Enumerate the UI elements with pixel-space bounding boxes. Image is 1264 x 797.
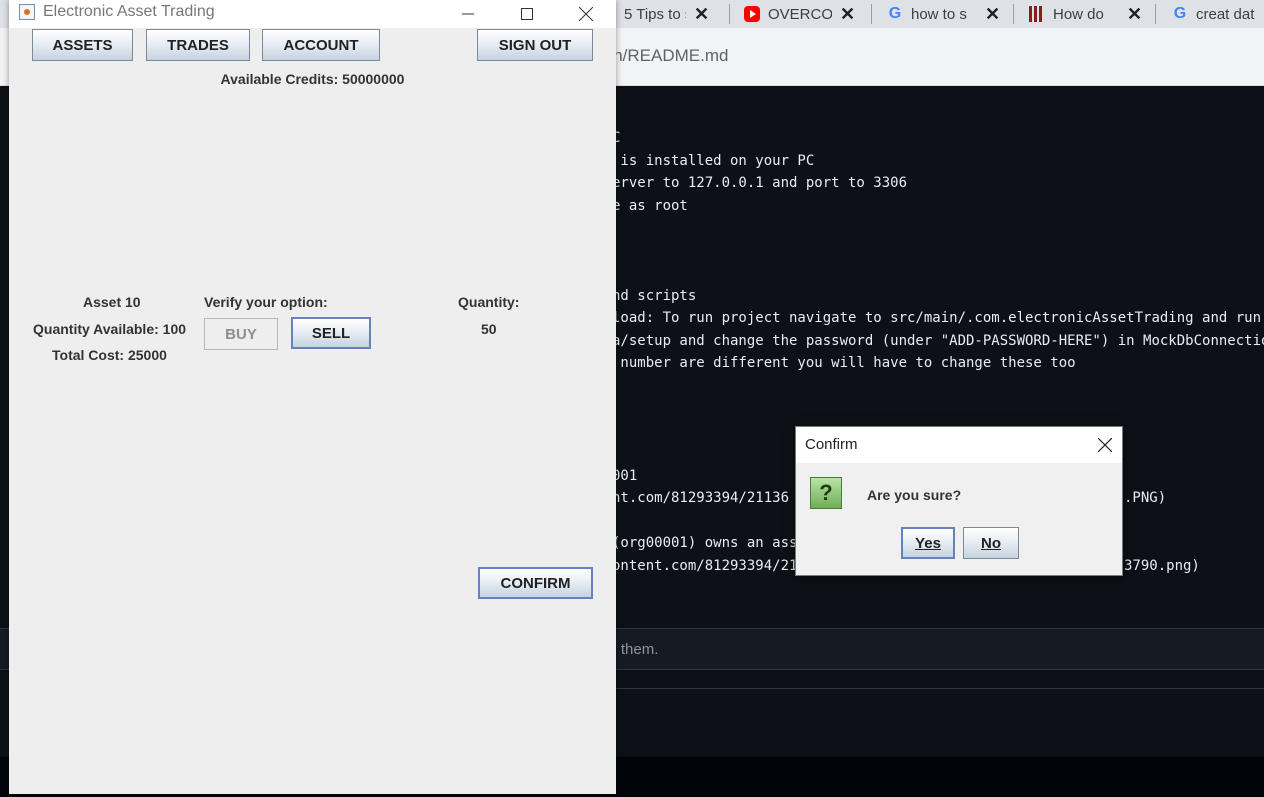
- window-title: Electronic Asset Trading: [43, 3, 215, 20]
- browser-tab-tips[interactable]: 5 Tips to s ✕: [608, 0, 722, 28]
- code-line: (org00001) owns an asse: [612, 535, 806, 551]
- code-line: number are different you will have to ch…: [612, 355, 1076, 371]
- buy-button[interactable]: BUY: [204, 318, 278, 350]
- tab-close-icon[interactable]: ✕: [1127, 4, 1142, 25]
- tab-separator: [1013, 4, 1014, 24]
- confirm-button[interactable]: CONFIRM: [478, 567, 593, 599]
- tab-title: 5 Tips to s: [624, 5, 686, 23]
- quantity-available-label: Quantity Available: 100: [33, 321, 187, 337]
- no-button[interactable]: No: [963, 527, 1019, 559]
- browser-tab-create-data[interactable]: G creat dat: [1172, 0, 1264, 28]
- tab-title: how to s: [911, 5, 967, 23]
- asset-trading-window: Electronic Asset Trading ASSETS TRADES A…: [9, 0, 616, 794]
- trades-button[interactable]: TRADES: [146, 29, 250, 61]
- java-app-icon: [19, 4, 35, 20]
- url-text: ain/README.md: [600, 46, 729, 65]
- minimize-icon: [462, 13, 474, 15]
- dialog-titlebar: Confirm: [796, 427, 1122, 463]
- dialog-message: Are you sure?: [867, 487, 962, 503]
- dialog-close-button[interactable]: [1096, 436, 1114, 454]
- content-box: [600, 688, 1264, 758]
- total-cost-label: Total Cost: 25000: [52, 347, 167, 363]
- tab-separator: [729, 4, 730, 24]
- google-icon: G: [888, 5, 902, 22]
- quantity-label: Quantity:: [458, 294, 520, 310]
- code-line: ontent.com/81293394/21: [612, 558, 798, 574]
- close-icon: [579, 7, 593, 21]
- youtube-icon: [744, 6, 760, 22]
- maximize-button[interactable]: [504, 0, 550, 28]
- browser-tab-google-search[interactable]: G how to s ✕: [887, 0, 1005, 28]
- code-line: e as root: [612, 198, 688, 214]
- tab-title: creat dat: [1196, 5, 1255, 23]
- tab-title: How do: [1053, 5, 1104, 23]
- browser-tab-how-do[interactable]: How do ✕: [1029, 0, 1147, 28]
- code-line: erver to 127.0.0.1 and port to 3306: [612, 175, 908, 191]
- code-line: load: To run project navigate to src/mai…: [612, 310, 1264, 326]
- tab-close-icon[interactable]: ✕: [694, 4, 709, 25]
- code-line: is installed on your PC: [612, 153, 815, 169]
- tab-close-icon[interactable]: ✕: [985, 4, 1000, 25]
- sell-button[interactable]: SELL: [291, 317, 371, 349]
- yes-button[interactable]: Yes: [901, 527, 955, 559]
- question-icon: ?: [810, 477, 842, 509]
- code-line: 3790.png): [1124, 558, 1200, 574]
- tab-separator: [871, 4, 872, 24]
- close-window-button[interactable]: [563, 0, 609, 28]
- google-icon: G: [1173, 5, 1187, 22]
- code-line: nd scripts: [612, 288, 697, 304]
- window-titlebar: Electronic Asset Trading: [9, 0, 616, 28]
- verify-option-label: Verify your option:: [204, 294, 328, 310]
- code-line: nt.com/81293394/21136: [612, 490, 790, 506]
- assets-button[interactable]: ASSETS: [32, 29, 133, 61]
- confirm-dialog: Confirm ? Are you sure? Yes No: [795, 426, 1123, 576]
- tab-title: OVERCO: [768, 5, 832, 23]
- bars-icon: [1029, 6, 1045, 22]
- sign-out-button[interactable]: SIGN OUT: [477, 29, 593, 61]
- minimize-button[interactable]: [445, 0, 491, 28]
- account-button[interactable]: ACCOUNT: [262, 29, 380, 61]
- maximize-icon: [521, 8, 533, 20]
- dialog-title: Confirm: [805, 436, 858, 453]
- available-credits-label: Available Credits: 50000000: [220, 71, 405, 87]
- asset-name-label: Asset 10: [83, 294, 141, 310]
- browser-tab-youtube[interactable]: OVERCO ✕: [744, 0, 862, 28]
- close-icon: [1098, 438, 1112, 452]
- tab-separator: [1155, 4, 1156, 24]
- code-line: a/setup and change the password (under "…: [612, 333, 1264, 349]
- code-line: .PNG): [1124, 490, 1167, 506]
- quantity-value: 50: [481, 321, 497, 337]
- tab-close-icon[interactable]: ✕: [840, 4, 855, 25]
